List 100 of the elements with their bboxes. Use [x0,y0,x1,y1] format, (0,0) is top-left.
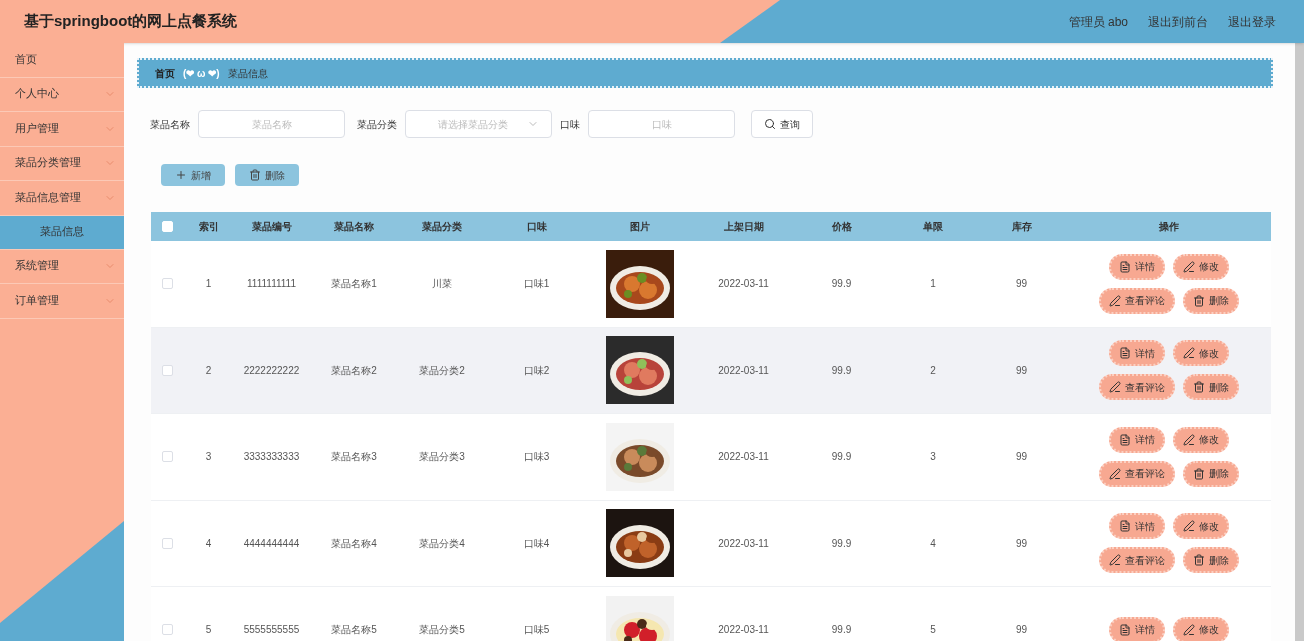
table-cell-text: 4 [204,536,213,551]
pen-icon [1182,347,1195,360]
action-button[interactable]: 查看评论 [1098,460,1175,487]
table-cell-text: 菜品名称5 [330,623,378,638]
action-button[interactable]: 详情 [1108,340,1165,367]
table-cell-text: 2222222222 [242,363,301,378]
header-link[interactable]: 退出登录 [1228,12,1276,31]
table-cell-text: 2 [929,363,937,378]
checkbox[interactable] [162,624,173,636]
breadcrumb-current: 菜品信息 [227,66,268,81]
table-cell-text: 99 [1014,623,1029,638]
search-icon [764,118,776,130]
trash-icon [1192,381,1205,394]
header-link[interactable]: 管理员 abo [1068,12,1128,31]
submenu-item[interactable]: 菜品信息 [0,215,124,250]
pen-icon [1108,294,1121,307]
table-cell-text: 3333333333 [242,450,301,465]
table-cell-text: 5 [929,623,937,638]
checkbox[interactable] [162,537,173,549]
action-button[interactable]: 修改 [1172,253,1229,280]
table-cell-text: 2022-03-11 [717,450,770,465]
table-cell-text: 菜品分类3 [418,450,466,465]
document-icon [1118,520,1131,533]
table-cell-text: 口味5 [522,623,551,638]
table-cell-text: 2022-03-11 [717,536,770,551]
plus-icon [175,169,187,181]
action-button[interactable]: 详情 [1108,616,1165,641]
action-button[interactable]: 删除 [1182,287,1239,314]
checkbox[interactable] [162,451,173,463]
checkbox[interactable] [162,278,173,290]
trash-icon [1192,554,1205,567]
action-button[interactable]: 详情 [1108,513,1165,540]
field-label: 菜品名称 [150,117,190,132]
table-cell-text: 口味1 [522,277,551,292]
table-cell-text: 99.9 [830,450,853,465]
table-cell-text: 99.9 [830,363,853,378]
pen-icon [1182,260,1195,273]
table-cell-text: 99 [1014,450,1029,465]
pen-icon [1108,467,1121,480]
breadcrumb-link[interactable]: 首页 [155,65,175,81]
table-cell-text: 1111111111 [246,277,297,292]
checkbox[interactable] [162,364,173,376]
action-button[interactable]: 查看评论 [1098,374,1175,401]
document-icon [1118,433,1131,446]
table-cell-text: 菜品分类4 [418,536,466,551]
toolbar-button[interactable]: 删除 [235,164,299,186]
table-cell-text: 5 [204,623,213,638]
table-cell-text: 菜品分类5 [418,623,466,638]
breadcrumb-separator: (❤ ω ❤) [183,66,220,81]
column-header: 单限 [922,220,944,234]
action-button[interactable]: 修改 [1172,340,1229,367]
table-cell-text: 口味4 [522,536,551,551]
action-button[interactable]: 修改 [1172,426,1229,453]
table-cell-text: 99 [1014,363,1029,378]
action-button[interactable]: 详情 [1108,426,1165,453]
table-cell-text: 99.9 [830,536,853,551]
toolbar-button[interactable]: 新增 [161,164,225,186]
table-cell-text: 3 [929,450,937,465]
table-cell-text: 1 [204,277,213,292]
table-cell-text: 菜品名称1 [330,277,378,292]
action-button[interactable]: 删除 [1182,547,1239,574]
trash-icon [1192,467,1205,480]
action-button[interactable]: 查看评论 [1098,287,1175,314]
header-link[interactable]: 退出到前台 [1148,12,1208,31]
table-cell-text: 4 [929,536,937,551]
table-cell-text: 口味3 [522,450,551,465]
action-button[interactable]: 删除 [1182,460,1239,487]
search-field[interactable]: 口味 [588,110,735,138]
table-cell-text: 菜品分类2 [418,363,466,378]
document-icon [1118,623,1131,636]
column-header: 操作 [1157,220,1180,234]
table-cell-text: 1 [929,277,937,292]
app-title: 基于springboot的网上点餐系统 [24,11,238,32]
document-icon [1118,347,1131,360]
search-button[interactable]: 查询 [751,110,813,138]
pen-icon [1182,520,1195,533]
table-cell-text: 菜品名称3 [330,450,378,465]
table-cell-text: 2022-03-11 [717,363,770,378]
table-cell-text: 2 [204,363,213,378]
table-cell-text: 口味2 [522,363,551,378]
field-label: 口味 [560,117,580,132]
pen-icon [1108,554,1121,567]
column-header: 图片 [629,220,651,234]
pen-icon [1182,433,1195,446]
action-button[interactable]: 查看评论 [1098,547,1175,574]
table-cell-text: 2022-03-11 [717,277,770,292]
table-cell-text: 4444444444 [242,536,301,551]
column-header: 菜品名称 [333,220,375,234]
pen-icon [1108,381,1121,394]
action-button[interactable]: 删除 [1182,374,1239,401]
table-cell-text: 99.9 [830,277,853,292]
action-button[interactable]: 详情 [1108,253,1165,280]
table-cell-text: 99 [1014,536,1029,551]
table-cell-text: 川菜 [431,277,453,292]
column-header: 菜品编号 [250,220,293,234]
table-cell-text: 99.9 [830,623,853,638]
trash-icon [1192,294,1205,307]
action-button[interactable]: 修改 [1172,513,1229,540]
table-cell-text: 菜品名称2 [330,363,378,378]
action-button[interactable]: 修改 [1172,616,1229,641]
